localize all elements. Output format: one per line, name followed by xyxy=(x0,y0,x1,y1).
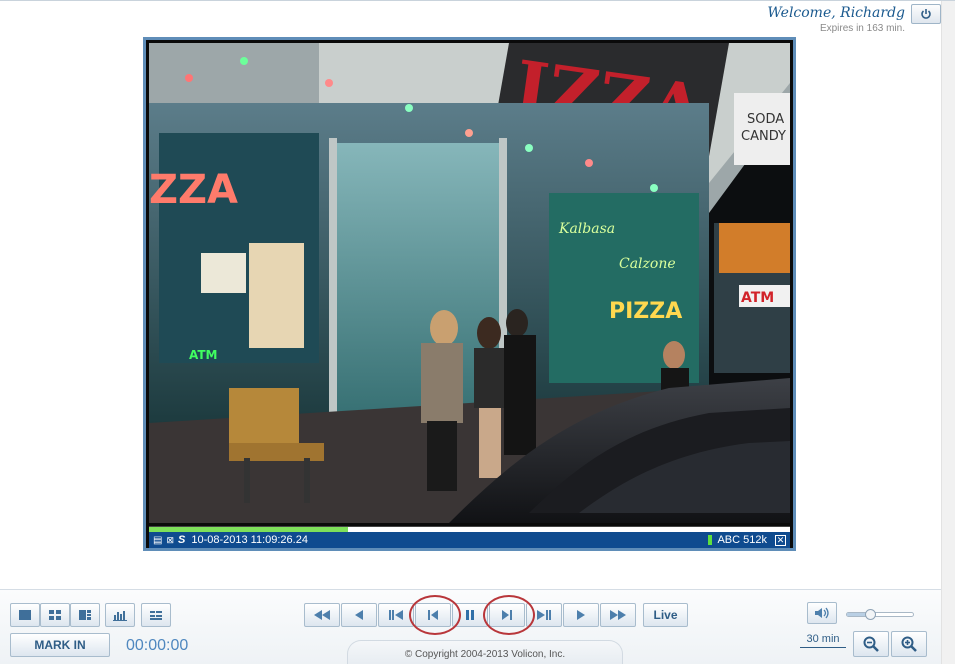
live-label: Live xyxy=(653,608,678,622)
video-frame-image[interactable]: IZZA SODA CANDY ZZA Kalbasa Calzone PIZZ… xyxy=(149,43,790,523)
app-page: Welcome, Richardg Expires in 163 min. IZ… xyxy=(0,0,955,664)
step-back-button[interactable] xyxy=(341,603,377,627)
mark-in-label: MARK IN xyxy=(34,638,86,652)
play-button[interactable] xyxy=(563,603,599,627)
zoom-out-icon xyxy=(863,636,879,652)
speaker-icon xyxy=(815,607,829,619)
zoom-in-icon xyxy=(901,636,917,652)
welcome-message: Welcome, Richardg xyxy=(767,5,905,21)
s-logo-icon[interactable]: S xyxy=(178,534,185,546)
copyright-notice: © Copyright 2004-2013 Volicon, Inc. xyxy=(347,640,623,664)
highlight-ring-next-frame xyxy=(483,595,535,635)
logout-button[interactable] xyxy=(911,4,941,24)
zoom-in-button[interactable] xyxy=(891,631,927,657)
zoom-out-button[interactable] xyxy=(853,631,889,657)
video-status-bar: ▤ ⊠ S 10-08-2013 11:09:26.24 ABC 512k ✕ xyxy=(149,532,790,548)
svg-text:ATM: ATM xyxy=(741,290,774,306)
svg-text:CANDY: CANDY xyxy=(741,129,786,144)
svg-text:ZZA: ZZA xyxy=(149,167,238,213)
step-back-icon xyxy=(355,610,363,620)
live-button[interactable]: Live xyxy=(643,603,688,627)
svg-text:SODA: SODA xyxy=(747,112,784,127)
timecode-display: 00:00:00 xyxy=(126,637,189,654)
volume-button[interactable] xyxy=(807,602,837,624)
volume-slider[interactable] xyxy=(846,609,914,620)
close-video-icon[interactable]: ✕ xyxy=(775,534,786,546)
svg-text:Calzone: Calzone xyxy=(619,256,676,272)
skip-to-end-icon xyxy=(537,610,551,620)
volume-slider-thumb[interactable] xyxy=(865,609,877,620)
single-view-button[interactable] xyxy=(10,603,40,627)
bar-chart-icon xyxy=(113,611,127,621)
window-scrollbar[interactable] xyxy=(941,1,955,664)
chart-view-button[interactable] xyxy=(105,603,135,627)
fast-rewind-button[interactable] xyxy=(304,603,340,627)
list-view-icon xyxy=(150,611,162,620)
list-view-button[interactable] xyxy=(141,603,171,627)
svg-text:Kalbasa: Kalbasa xyxy=(558,221,615,237)
highlight-ring-previous-frame xyxy=(409,595,461,635)
signal-indicator xyxy=(708,535,713,545)
welcome-area: Welcome, Richardg Expires in 163 min. xyxy=(767,5,905,34)
pause-icon xyxy=(466,610,474,620)
fast-rewind-icon xyxy=(314,610,330,620)
stream-info: ABC 512k xyxy=(717,534,767,546)
video-player[interactable]: IZZA SODA CANDY ZZA Kalbasa Calzone PIZZ… xyxy=(143,37,796,551)
single-view-icon xyxy=(19,610,31,620)
play-icon xyxy=(577,610,585,620)
caption-icon[interactable]: ⊠ xyxy=(166,535,174,546)
grid-view-button[interactable] xyxy=(70,603,100,627)
fast-forward-icon xyxy=(610,610,626,620)
skip-to-start-icon xyxy=(389,610,403,620)
video-scene-image: IZZA SODA CANDY ZZA Kalbasa Calzone PIZZ… xyxy=(149,43,790,523)
svg-text:ATM: ATM xyxy=(189,348,217,362)
video-timestamp: 10-08-2013 11:09:26.24 xyxy=(191,534,308,546)
mark-in-button[interactable]: MARK IN xyxy=(10,633,110,657)
player-toolbar: MARK IN 00:00:00 Live © Copyright 2004-2… xyxy=(0,589,941,664)
quad-view-icon xyxy=(49,610,61,620)
power-icon xyxy=(921,9,931,19)
grid-view-icon xyxy=(79,610,91,620)
quad-view-button[interactable] xyxy=(40,603,70,627)
fast-forward-button[interactable] xyxy=(600,603,636,627)
session-expiry: Expires in 163 min. xyxy=(819,23,905,34)
svg-text:PIZZA: PIZZA xyxy=(609,299,682,324)
zoom-range-label[interactable]: 30 min xyxy=(800,633,846,648)
document-icon[interactable]: ▤ xyxy=(153,535,162,546)
